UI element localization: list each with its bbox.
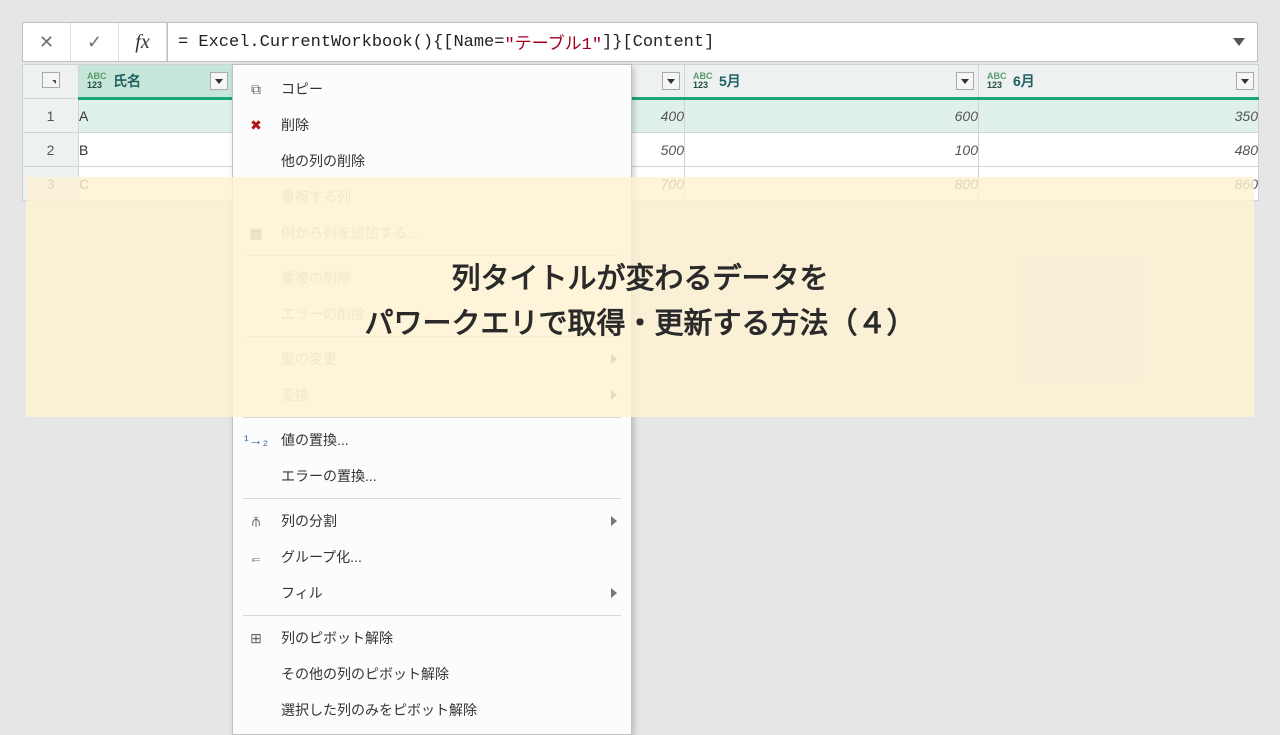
column-label: 氏名 — [113, 71, 141, 91]
menu-delete-others[interactable]: 他の列の削除 — [233, 143, 631, 179]
data-grid: ABC123 氏名 ABC123 5月 A — [22, 64, 1259, 201]
cell-value[interactable]: 350 — [979, 99, 1259, 133]
chevron-down-icon — [215, 79, 223, 84]
menu-separator — [243, 615, 621, 616]
chevron-down-icon — [961, 79, 969, 84]
menu-duplicate-column: 重複する列 — [233, 179, 631, 215]
fx-icon[interactable]: fx — [119, 23, 167, 61]
cell-value[interactable]: 600 — [685, 99, 979, 133]
formula-text-tablename: "テーブル1" — [504, 29, 602, 55]
type-any-icon: ABC123 — [87, 72, 109, 90]
submenu-arrow-icon — [611, 588, 617, 598]
row-number[interactable]: 1 — [23, 99, 79, 133]
cell-value[interactable]: 800 — [685, 167, 979, 201]
formula-confirm-button[interactable]: ✓ — [71, 23, 119, 61]
menu-transform: 変換 — [233, 377, 631, 413]
formula-input[interactable]: = Excel.CurrentWorkbook(){[Name="テーブル1"]… — [167, 23, 1221, 61]
cell-value[interactable]: 100 — [685, 133, 979, 167]
menu-separator — [243, 255, 621, 256]
cell-name[interactable]: A — [79, 99, 233, 133]
menu-separator — [243, 498, 621, 499]
row-number[interactable]: 3 — [23, 167, 79, 201]
menu-split-column[interactable]: ⫚列の分割 — [233, 503, 631, 539]
submenu-arrow-icon — [611, 390, 617, 400]
formula-cancel-button[interactable]: ✕ — [23, 23, 71, 61]
caption-line2: パワークエリで取得・更新する方法（４） — [364, 308, 915, 340]
chevron-down-icon — [667, 79, 675, 84]
formula-bar: ✕ ✓ fx = Excel.CurrentWorkbook(){[Name="… — [22, 22, 1258, 62]
cell-name[interactable]: B — [79, 133, 233, 167]
formula-text-suffix: ]}[Content] — [602, 33, 714, 52]
menu-unpivot-other[interactable]: その他の列のピボット解除 — [233, 656, 631, 692]
context-menu: ⧉コピー ✖削除 他の列の削除 重複する列 ▦例から列を追加する... 重複の削… — [232, 64, 632, 735]
table-row[interactable]: 2 B 500 100 480 — [23, 133, 1259, 167]
column-filter-button[interactable] — [662, 72, 680, 90]
menu-group-by[interactable]: ⫭グループ化... — [233, 539, 631, 575]
menu-replace-errors[interactable]: エラーの置換... — [233, 458, 631, 494]
submenu-arrow-icon — [611, 354, 617, 364]
column-header-june[interactable]: ABC123 6月 — [979, 65, 1259, 99]
chevron-down-icon — [1241, 79, 1249, 84]
caption-text: 列タイトルが変わるデータを パワークエリで取得・更新する方法（４） — [22, 257, 1258, 347]
table-corner-icon — [42, 72, 60, 88]
column-header-may[interactable]: ABC123 5月 — [685, 65, 979, 99]
column-filter-button[interactable] — [1236, 72, 1254, 90]
split-icon: ⫚ — [243, 513, 269, 530]
row-number[interactable]: 2 — [23, 133, 79, 167]
cell-value[interactable]: 860 — [979, 167, 1259, 201]
type-any-icon: ABC123 — [987, 72, 1009, 90]
menu-separator — [243, 417, 621, 418]
menu-unpivot-selected[interactable]: 選択した列のみをピボット解除 — [233, 692, 631, 728]
column-header-name[interactable]: ABC123 氏名 — [79, 65, 233, 99]
menu-fill[interactable]: フィル — [233, 575, 631, 611]
copy-icon: ⧉ — [243, 81, 269, 98]
unpivot-icon: ⊞ — [243, 630, 269, 647]
column-filter-button[interactable] — [210, 72, 228, 90]
menu-add-from-examples: ▦例から列を追加する... — [233, 215, 631, 251]
menu-copy[interactable]: ⧉コピー — [233, 71, 631, 107]
delete-icon: ✖ — [243, 117, 269, 134]
replace-icon: ¹→₂ — [243, 432, 269, 448]
submenu-arrow-icon — [611, 516, 617, 526]
column-filter-button[interactable] — [956, 72, 974, 90]
group-icon: ⫭ — [243, 549, 269, 566]
menu-delete[interactable]: ✖削除 — [233, 107, 631, 143]
menu-replace-values[interactable]: ¹→₂値の置換... — [233, 422, 631, 458]
cell-name[interactable]: C — [79, 167, 233, 201]
select-all-cell[interactable] — [23, 65, 79, 99]
column-label: 5月 — [719, 71, 741, 91]
table-row[interactable]: 1 A 400 600 350 — [23, 99, 1259, 133]
cell-value[interactable]: 480 — [979, 133, 1259, 167]
header-row: ABC123 氏名 ABC123 5月 A — [23, 65, 1259, 99]
formula-text-prefix: = Excel.CurrentWorkbook(){[Name= — [178, 33, 504, 52]
caption-line1: 列タイトルが変わるデータを — [451, 263, 828, 295]
table-icon: ▦ — [243, 225, 269, 242]
type-any-icon: ABC123 — [693, 72, 715, 90]
chevron-down-icon — [1233, 38, 1245, 46]
table-row[interactable]: 3 C 700 800 860 — [23, 167, 1259, 201]
column-label: 6月 — [1013, 71, 1035, 91]
menu-unpivot[interactable]: ⊞列のピボット解除 — [233, 620, 631, 656]
formula-expand-button[interactable] — [1221, 23, 1257, 61]
